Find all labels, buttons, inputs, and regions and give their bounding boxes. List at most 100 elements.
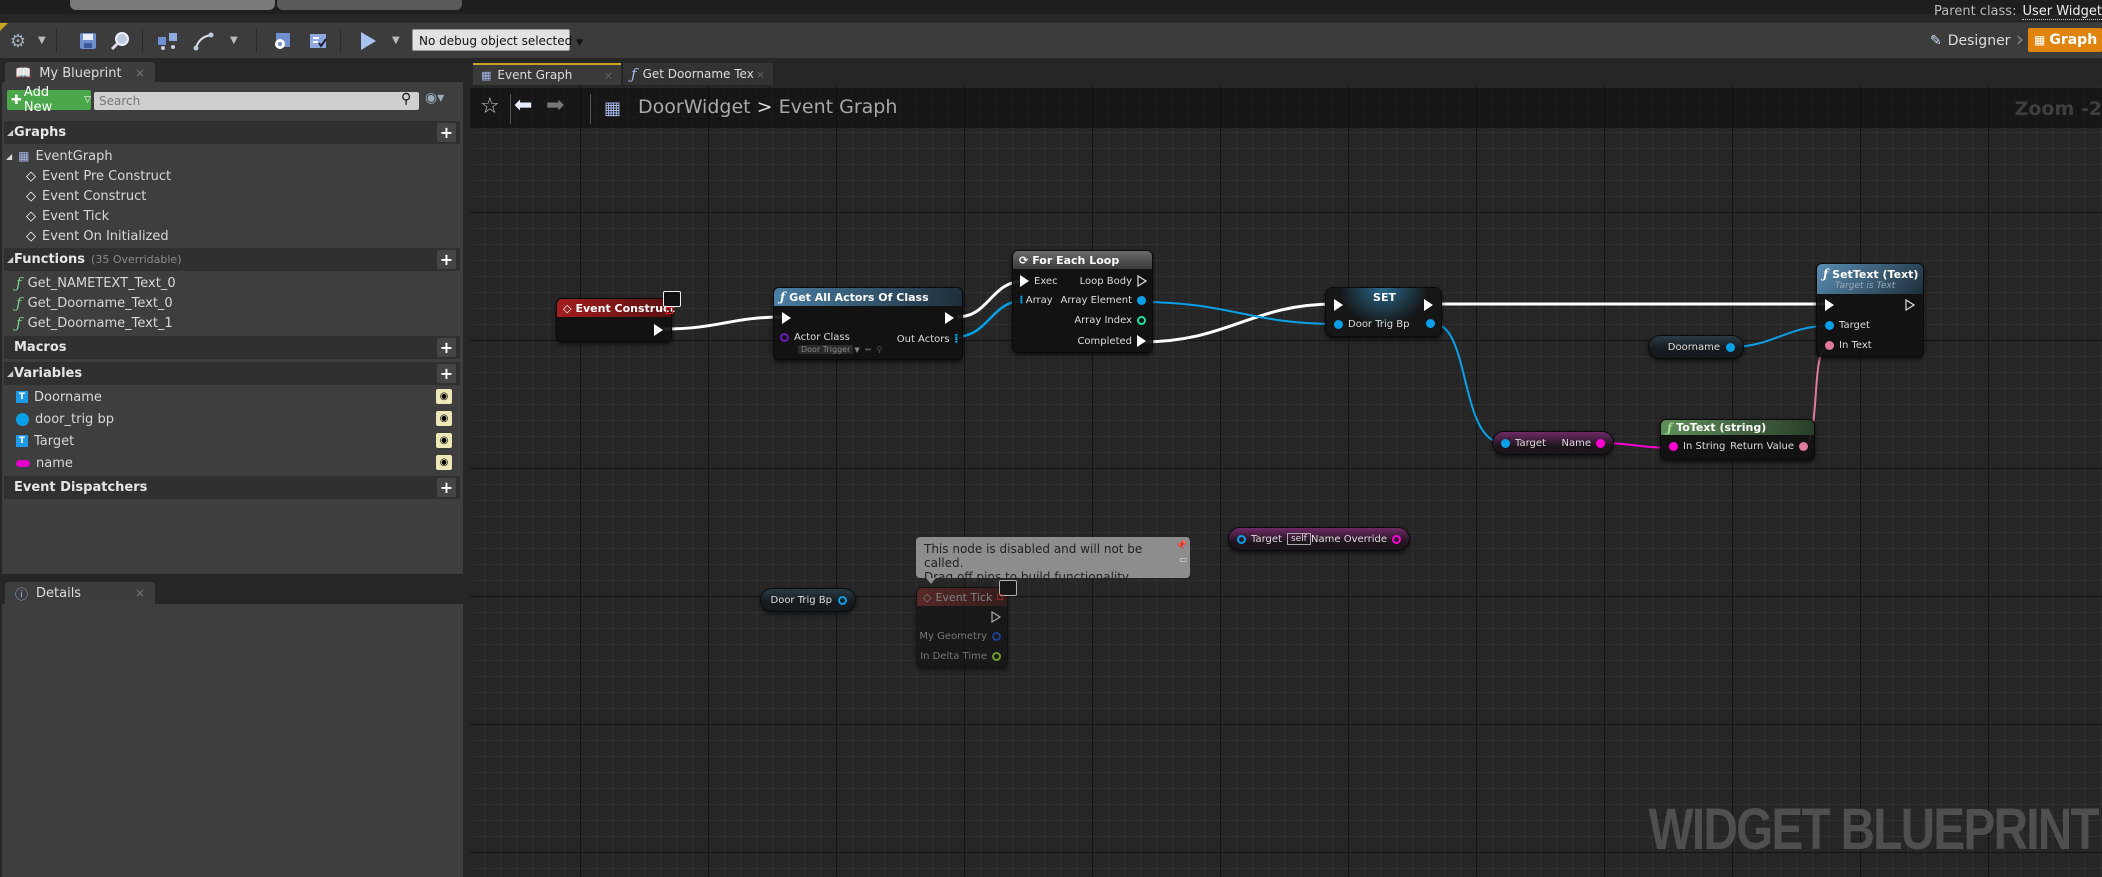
add-graph-button[interactable]: + bbox=[437, 123, 456, 142]
exec-out-pin[interactable] bbox=[991, 611, 1001, 623]
close-icon[interactable]: × bbox=[135, 66, 145, 80]
name-override-pin[interactable]: Name Override bbox=[1311, 534, 1401, 545]
back-arrow-icon[interactable]: ⬅ bbox=[514, 93, 532, 118]
loop-body-pin[interactable]: Loop Body bbox=[1080, 275, 1147, 287]
close-icon[interactable]: × bbox=[135, 586, 145, 600]
my-geometry-pin[interactable]: My Geometry bbox=[919, 631, 1001, 642]
array-in-pin[interactable]: ⦙⦙⦙ Array bbox=[1020, 295, 1053, 306]
delegate-pin[interactable] bbox=[666, 307, 673, 314]
node-get-door-trig-bp[interactable]: Door Trig Bp bbox=[760, 588, 856, 612]
panel-splitter[interactable] bbox=[463, 58, 470, 877]
door-trig-bp-out-pin[interactable] bbox=[1426, 319, 1435, 328]
class-hierarchy-icon[interactable] bbox=[156, 29, 180, 53]
node-get-name[interactable]: Target Name bbox=[1492, 431, 1614, 455]
bookmark-caret-icon[interactable]: ▼ bbox=[230, 35, 238, 46]
door-trig-bp-in-pin[interactable]: Door Trig Bp bbox=[1334, 319, 1410, 330]
exec-out-pin[interactable] bbox=[1905, 299, 1915, 311]
node-get-name-override[interactable]: Target self Name Override bbox=[1228, 527, 1410, 551]
add-variable-button[interactable]: + bbox=[437, 364, 456, 383]
node-set-text[interactable]: ƒ SetText (Text) Target is Text Target In… bbox=[1816, 263, 1924, 357]
class-settings-icon[interactable] bbox=[270, 29, 294, 53]
visibility-eye-icon[interactable]: ◉ bbox=[436, 433, 452, 448]
tab-details[interactable]: ⓘ Details × bbox=[5, 582, 155, 604]
visibility-eye-icon[interactable]: ◉ bbox=[436, 455, 452, 470]
graph-item-event-tick[interactable]: ◇ Event Tick bbox=[26, 206, 109, 226]
debug-object-select[interactable]: No debug object selected ▼ bbox=[412, 29, 583, 51]
comment-bubble-icon[interactable]: ▭ bbox=[1179, 553, 1187, 567]
array-index-pin[interactable]: Array Index bbox=[1074, 315, 1146, 326]
exec-out-pin[interactable] bbox=[654, 324, 663, 336]
exec-in-pin[interactable]: Exec bbox=[1020, 275, 1058, 287]
in-string-pin[interactable]: In String bbox=[1669, 441, 1725, 452]
browse-search-icon[interactable]: ⚲ bbox=[876, 345, 882, 354]
search-icon[interactable]: ⚲ bbox=[401, 91, 411, 107]
array-element-pin[interactable]: Array Element bbox=[1060, 295, 1146, 306]
breadcrumb-root[interactable]: DoorWidget bbox=[638, 96, 751, 118]
section-graphs[interactable]: ◢ Graphs + bbox=[4, 121, 460, 144]
visibility-eye-icon[interactable]: ◉ bbox=[436, 389, 452, 404]
add-macro-button[interactable]: + bbox=[437, 338, 456, 357]
node-for-each-loop[interactable]: ⟳ For Each Loop Exec ⦙⦙⦙ Array Loop Body A… bbox=[1012, 250, 1153, 353]
section-macros[interactable]: Macros + bbox=[4, 336, 460, 359]
graph-item-event-pre-construct[interactable]: ◇ Event Pre Construct bbox=[26, 166, 171, 186]
bookmark-path-icon[interactable] bbox=[192, 29, 216, 53]
search-input[interactable]: Search bbox=[94, 92, 419, 110]
node-set-door-trig-bp[interactable]: SET Door Trig Bp bbox=[1325, 287, 1442, 337]
star-favorite-icon[interactable]: ☆ bbox=[480, 94, 500, 119]
variable-item-name[interactable]: name ◉ bbox=[16, 453, 456, 473]
return-value-pin[interactable]: Return Value bbox=[1730, 441, 1808, 452]
visibility-eye-icon[interactable]: ◉ bbox=[436, 411, 452, 426]
view-options-eye-icon[interactable]: ◉▾ bbox=[425, 90, 444, 106]
window-tab[interactable] bbox=[70, 0, 275, 10]
save-icon[interactable] bbox=[76, 29, 100, 53]
target-pin[interactable]: Target bbox=[1825, 320, 1870, 331]
out-actors-pin[interactable]: Out Actors ⦙⦙⦙ bbox=[897, 332, 959, 346]
variable-item-door-trig-bp[interactable]: door_trig bp ◉ bbox=[16, 409, 456, 429]
variable-item-doorname[interactable]: T Doorname ◉ bbox=[16, 387, 456, 407]
actor-class-dropdown[interactable]: Door Trigger ▼ ⬅ ⚲ bbox=[798, 345, 882, 354]
compile-options-caret-icon[interactable]: ▼ bbox=[38, 35, 46, 46]
pin-comment-icon[interactable]: 📌 bbox=[1176, 539, 1187, 553]
function-item[interactable]: ƒ Get_Doorname_Text_1 bbox=[16, 313, 173, 333]
node-to-text-string[interactable]: ƒ ToText (string) In String Return Value bbox=[1660, 419, 1815, 460]
variable-item-target[interactable]: T Target ◉ bbox=[16, 431, 456, 451]
forward-arrow-icon[interactable]: ➡ bbox=[546, 93, 564, 118]
in-text-pin[interactable]: In Text bbox=[1825, 340, 1872, 351]
graph-item-event-construct[interactable]: ◇ Event Construct bbox=[26, 186, 146, 206]
close-icon[interactable]: × bbox=[604, 69, 613, 82]
add-event-dispatcher-button[interactable]: + bbox=[437, 478, 456, 497]
graph-item-event-on-initialized[interactable]: ◇ Event On Initialized bbox=[26, 226, 169, 246]
node-event-tick[interactable]: ◇ Event Tick My Geometry In Delta Time bbox=[916, 580, 1017, 668]
name-pin[interactable]: Name bbox=[1561, 438, 1605, 449]
delegate-pin[interactable] bbox=[997, 594, 1003, 600]
use-selected-arrow-icon[interactable]: ⬅ bbox=[865, 345, 872, 354]
graph-item-eventgraph[interactable]: ◢ ▦ EventGraph bbox=[6, 146, 113, 166]
target-pin[interactable]: Target self bbox=[1237, 533, 1311, 545]
graph-mode-button[interactable]: ▦ Graph bbox=[2028, 28, 2102, 52]
self-value-box[interactable]: self bbox=[1286, 533, 1311, 545]
function-item[interactable]: ƒ Get_NAMETEXT_Text_0 bbox=[16, 273, 176, 293]
section-functions[interactable]: ◢ Functions (35 Overridable) + bbox=[4, 248, 460, 271]
function-item[interactable]: ƒ Get_Doorname_Text_0 bbox=[16, 293, 173, 313]
add-function-button[interactable]: + bbox=[437, 250, 456, 269]
node-event-construct[interactable]: ◇ Event Construct bbox=[556, 291, 681, 342]
tab-get-doorname-text[interactable]: ƒ Get Doorname Tex × bbox=[623, 63, 773, 85]
completed-pin[interactable]: Completed bbox=[1077, 335, 1146, 347]
graph-canvas[interactable]: ☆ ⬅ ➡ ▦ DoorWidget > Event Graph Zoom -2 bbox=[470, 86, 2102, 877]
designer-mode-button[interactable]: ✎ Designer bbox=[1930, 29, 2010, 53]
exec-in-pin[interactable] bbox=[782, 312, 791, 324]
node-get-all-actors-of-class[interactable]: ƒ Get All Actors Of Class Actor Class Doo… bbox=[773, 287, 963, 360]
play-options-caret-icon[interactable]: ▼ bbox=[392, 35, 400, 46]
tab-my-blueprint[interactable]: 📖 My Blueprint × bbox=[5, 62, 155, 84]
find-in-browser-icon[interactable] bbox=[108, 29, 132, 53]
close-icon[interactable]: × bbox=[756, 68, 765, 81]
compile-gear-icon[interactable]: ⚙ bbox=[6, 29, 30, 53]
play-icon[interactable] bbox=[356, 29, 380, 53]
exec-in-pin[interactable] bbox=[1334, 299, 1343, 311]
parent-class-link[interactable]: User Widget bbox=[2022, 4, 2102, 20]
section-variables[interactable]: ◢ Variables + bbox=[4, 362, 460, 385]
exec-out-pin[interactable] bbox=[1424, 299, 1433, 311]
target-pin[interactable]: Target bbox=[1501, 438, 1546, 449]
node-get-doorname[interactable]: Doorname bbox=[1648, 335, 1744, 359]
tab-event-graph[interactable]: ▦ Event Graph × bbox=[473, 63, 621, 85]
